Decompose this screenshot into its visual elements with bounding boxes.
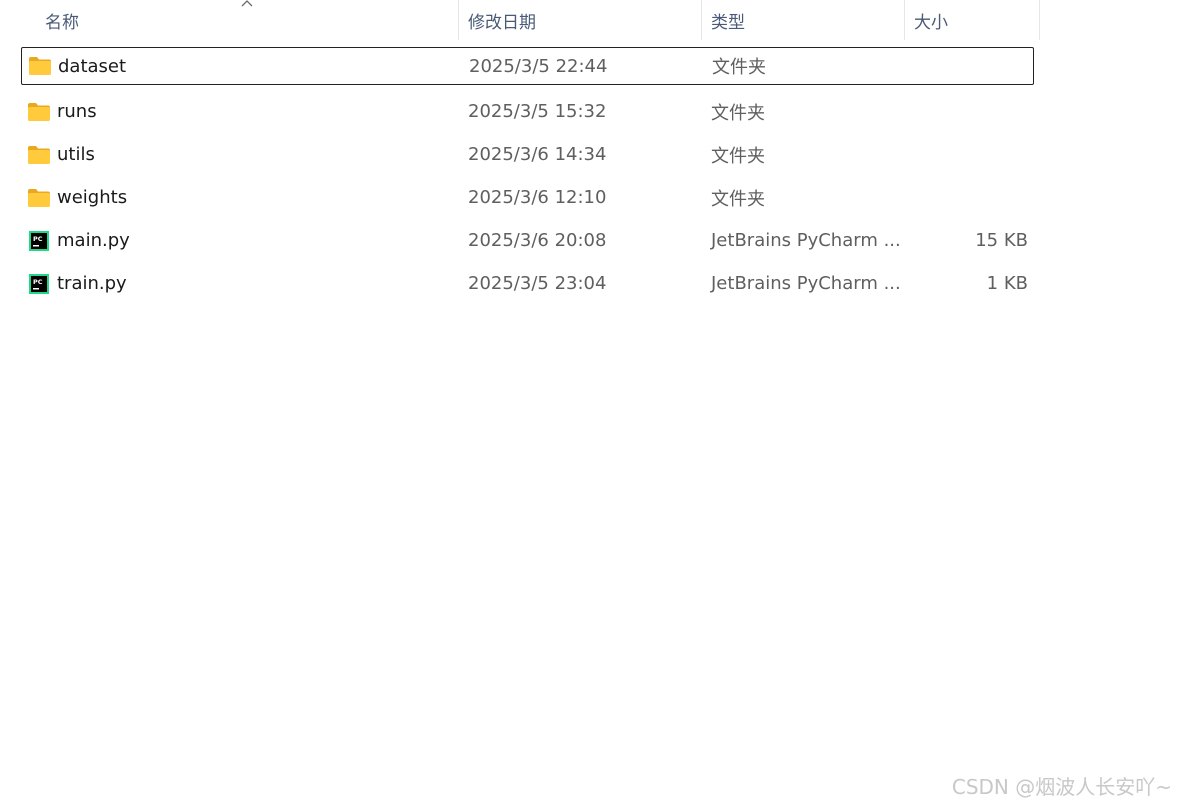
file-date: 2025/3/5 22:44 — [469, 55, 608, 77]
svg-text:PC: PC — [33, 278, 43, 286]
file-type: JetBrains PyCharm ... — [711, 230, 901, 251]
folder-icon — [27, 176, 51, 219]
folder-icon — [27, 133, 51, 176]
column-header-type[interactable]: 类型 — [702, 0, 905, 40]
column-header-date-label: 修改日期 — [468, 12, 536, 33]
column-header: 名称 修改日期 类型 大小 — [0, 0, 1040, 40]
file-type: 文件夹 — [711, 102, 765, 124]
column-header-name-label: 名称 — [45, 12, 79, 33]
file-type: 文件夹 — [711, 145, 765, 167]
file-row-runs[interactable]: runs 2025/3/5 15:32 文件夹 — [0, 90, 1040, 133]
column-header-date[interactable]: 修改日期 — [459, 0, 702, 40]
file-date: 2025/3/6 12:10 — [468, 187, 607, 208]
file-row-weights[interactable]: weights 2025/3/6 12:10 文件夹 — [0, 176, 1040, 219]
column-header-size-label: 大小 — [914, 12, 948, 33]
pycharm-icon: PC — [27, 262, 51, 305]
file-name: train.py — [57, 273, 127, 294]
file-name: main.py — [57, 230, 130, 251]
file-size — [905, 176, 1028, 219]
svg-text:PC: PC — [33, 235, 43, 243]
pycharm-icon: PC — [27, 219, 51, 262]
file-date: 2025/3/6 14:34 — [468, 144, 607, 165]
file-list: dataset 2025/3/5 22:44 文件夹 runs 2025/3/5… — [0, 47, 1040, 305]
file-size: 15 KB — [975, 230, 1028, 251]
folder-icon — [27, 90, 51, 133]
file-explorer: 名称 修改日期 类型 大小 dataset 2025/3/5 22:44 文件夹… — [0, 0, 1182, 808]
column-header-type-label: 类型 — [711, 12, 745, 33]
file-name: runs — [57, 101, 97, 122]
file-row-main-py[interactable]: PC main.py 2025/3/6 20:08 JetBrains PyCh… — [0, 219, 1040, 262]
file-name: utils — [57, 144, 95, 165]
file-type: 文件夹 — [711, 188, 765, 210]
file-size — [905, 133, 1028, 176]
file-size: 1 KB — [986, 273, 1028, 294]
file-row-dataset[interactable]: dataset 2025/3/5 22:44 文件夹 — [21, 47, 1034, 85]
column-header-name[interactable]: 名称 — [0, 0, 459, 40]
file-date: 2025/3/5 15:32 — [468, 101, 607, 122]
file-name: dataset — [58, 55, 127, 77]
file-name: weights — [57, 187, 128, 208]
file-size — [906, 48, 1029, 84]
column-header-size[interactable]: 大小 — [905, 0, 1040, 40]
file-date: 2025/3/6 20:08 — [468, 230, 607, 251]
file-type: 文件夹 — [712, 57, 766, 78]
file-row-utils[interactable]: utils 2025/3/6 14:34 文件夹 — [0, 133, 1040, 176]
chevron-up-icon — [241, 0, 253, 7]
folder-icon — [28, 48, 52, 84]
watermark: CSDN @烟波人长安吖~ — [951, 775, 1172, 799]
file-row-train-py[interactable]: PC train.py 2025/3/5 23:04 JetBrains PyC… — [0, 262, 1040, 305]
file-date: 2025/3/5 23:04 — [468, 273, 607, 294]
file-type: JetBrains PyCharm ... — [711, 273, 901, 294]
file-size — [905, 90, 1028, 133]
